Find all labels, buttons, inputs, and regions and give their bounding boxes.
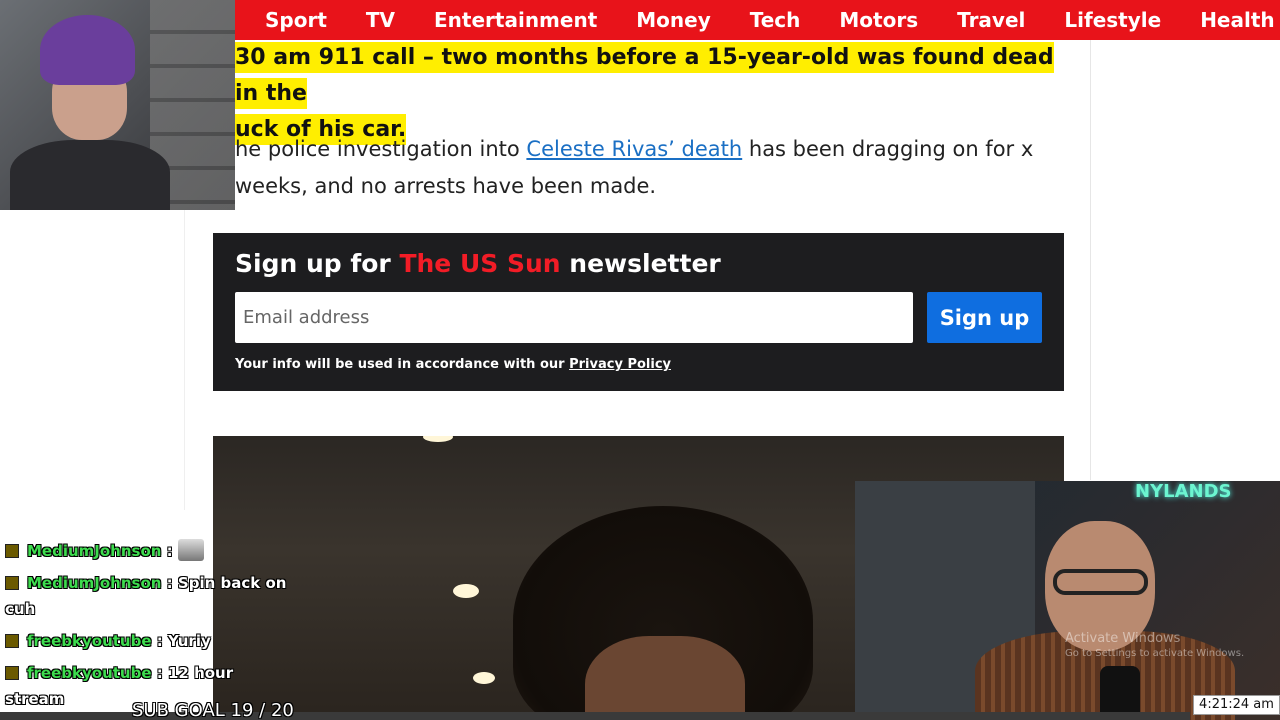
light-bokeh (423, 436, 453, 442)
newsletter-signup: Sign up for The US Sun newsletter Sign u… (213, 233, 1064, 391)
nav-item-entertainment[interactable]: Entertainment (434, 8, 597, 32)
streamer-body (10, 140, 170, 210)
activate-windows-subtitle: Go to Settings to activate Windows. (1065, 648, 1245, 659)
sidebar-divider (1090, 40, 1091, 480)
neon-sign: NYLANDS (1135, 481, 1232, 502)
celeste-rivas-link[interactable]: Celeste Rivas’ death (526, 137, 742, 161)
signup-button[interactable]: Sign up (927, 292, 1042, 343)
chat-username: MediumJohnson (27, 574, 162, 592)
glasses-icon (1053, 569, 1148, 595)
nav-item-tech[interactable]: Tech (750, 8, 801, 32)
nav-item-sport[interactable]: Sport (265, 8, 327, 32)
activate-windows-watermark: Activate Windows Go to Settings to activ… (1065, 631, 1244, 659)
screen: 30 am 911 call – two months before a 15-… (0, 0, 1280, 720)
person-face (585, 636, 745, 720)
badge-icon (5, 634, 19, 648)
privacy-notice: Your info will be used in accordance wit… (235, 357, 671, 372)
purple-beanie (40, 15, 135, 85)
newsletter-title-suffix: newsletter (560, 249, 721, 278)
streamer-webcam (0, 0, 235, 210)
light-bokeh (453, 584, 479, 598)
clock: 4:21:24 am (1193, 695, 1280, 715)
newsletter-title-prefix: Sign up for (235, 249, 400, 278)
chat-text: Yuriy (167, 632, 211, 650)
light-bokeh (473, 672, 495, 684)
privacy-notice-text: Your info will be used in accordance wit… (235, 357, 570, 372)
content-divider (184, 210, 185, 510)
guest-webcam: NYLANDS Activate Windows Go to Settings … (855, 481, 1280, 720)
paragraph-text-start: he police investigation into (235, 137, 527, 161)
email-input[interactable] (235, 292, 913, 343)
nav-item-travel[interactable]: Travel (957, 8, 1025, 32)
top-navigation: Sport TV Entertainment Money Tech Motors… (235, 0, 1280, 40)
nav-item-lifestyle[interactable]: Lifestyle (1064, 8, 1161, 32)
activate-windows-title: Activate Windows (1065, 631, 1181, 646)
badge-icon (5, 576, 19, 590)
chat-username: freebkyoutube (27, 664, 152, 682)
badge-icon (5, 666, 19, 680)
chat-message: freebkyoutube : Yuriy (5, 628, 295, 654)
highlight-line-1: 30 am 911 call – two months before a 15-… (235, 42, 1054, 109)
stream-chat: MediumJohnson : MediumJohnson : Spin bac… (5, 538, 295, 718)
privacy-policy-link[interactable]: Privacy Policy (569, 357, 671, 372)
sub-goal-label: SUB GOAL 19 / 20 (132, 700, 294, 720)
chat-message: MediumJohnson : Spin back on cuh (5, 574, 287, 618)
nav-item-tv[interactable]: TV (366, 8, 395, 32)
emote-icon (177, 539, 204, 561)
badge-icon (5, 544, 19, 558)
nav-item-health[interactable]: Health (1200, 8, 1274, 32)
chat-message: MediumJohnson : (5, 538, 295, 564)
nav-item-money[interactable]: Money (636, 8, 710, 32)
newsletter-brand: The US Sun (399, 249, 561, 278)
newsletter-title: Sign up for The US Sun newsletter (235, 249, 721, 278)
article-paragraph: he police investigation into Celeste Riv… (235, 131, 1075, 205)
nav-item-motors[interactable]: Motors (839, 8, 918, 32)
chat-username: freebkyoutube (27, 632, 152, 650)
chat-username: MediumJohnson (27, 542, 162, 560)
